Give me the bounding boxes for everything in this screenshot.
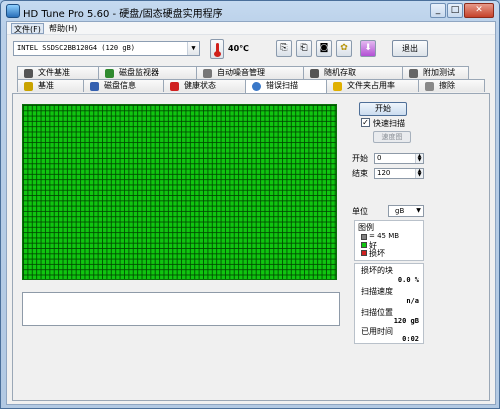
menu-file[interactable]: 文件(F) — [11, 23, 44, 34]
disk-monitor-icon — [105, 69, 114, 78]
scan-stats-box: 损坏的块 0.0 % 扫描速度 n/a 扫描位置 120 gB 已用时间 0:0… — [354, 263, 424, 344]
extra-tests-icon — [409, 69, 418, 78]
scan-log-box[interactable] — [22, 292, 340, 326]
exit-button[interactable]: 退出 — [392, 40, 428, 57]
client-area: 文件(F) 帮助(H) INTEL SSDSC2BB120G4 (120 gB)… — [6, 21, 496, 405]
tab-disk-info[interactable]: 磁盘信息 — [83, 79, 164, 92]
legend-block-size: = 45 MB — [369, 232, 400, 240]
folder-icon — [333, 82, 342, 91]
tab-label: 错误扫描 — [266, 81, 298, 90]
legend-block-swatch — [361, 234, 367, 240]
screenshot-button[interactable]: ◙ — [316, 40, 332, 57]
tab-benchmark[interactable]: 基准 — [17, 79, 84, 92]
tab-health[interactable]: 健康状态 — [163, 79, 246, 92]
toolbar: INTEL SSDSC2BB120G4 (120 gB) ▼ 40℃ ⎘ ⎗ ◙… — [7, 36, 495, 64]
thermometer-icon — [210, 39, 224, 59]
close-button[interactable]: ✕ — [464, 3, 494, 18]
window-title: HD Tune Pro 5.60 - 硬盘/固态硬盘实用程序 — [23, 9, 223, 20]
camera-icon: ◙ — [319, 43, 329, 53]
copy-button[interactable]: ⎘ — [276, 40, 292, 57]
legend-good-swatch — [361, 242, 367, 248]
health-icon — [170, 82, 179, 91]
drive-select[interactable]: INTEL SSDSC2BB120G4 (120 gB) ▼ — [13, 41, 200, 56]
end-position-value: 120 — [377, 169, 391, 177]
title-bar[interactable]: HD Tune Pro 5.60 - 硬盘/固态硬盘实用程序 _ □ ✕ — [1, 1, 499, 21]
unit-value: gB — [395, 207, 405, 215]
error-scan-icon — [252, 82, 261, 91]
bad-blocks-label: 损坏的块 — [361, 266, 393, 275]
chevron-down-icon[interactable]: ▼ — [187, 42, 199, 55]
end-position-label: 结束 — [352, 169, 368, 178]
menu-bar: 文件(F) 帮助(H) — [7, 22, 495, 35]
speaker-icon — [203, 69, 212, 78]
options-button[interactable]: ✿ — [336, 40, 352, 57]
tab-label: 擦除 — [439, 81, 455, 90]
drive-select-value: INTEL SSDSC2BB120G4 (120 gB) — [17, 44, 136, 52]
tab-random-access[interactable]: 随机存取 — [303, 66, 403, 79]
start-position-input[interactable]: 0 ▲ ▼ — [374, 153, 424, 164]
copy-all-button[interactable]: ⎗ — [296, 40, 312, 57]
scan-speed-value: n/a — [406, 297, 419, 305]
app-window: HD Tune Pro 5.60 - 硬盘/固态硬盘实用程序 _ □ ✕ 文件(… — [0, 0, 500, 409]
spinner-icon[interactable]: ▲ ▼ — [415, 169, 423, 178]
maximize-button[interactable]: □ — [447, 3, 463, 18]
random-access-icon — [310, 69, 319, 78]
download-icon: ⬇ — [364, 43, 372, 53]
bad-blocks-value: 0.0 % — [397, 276, 419, 284]
tab-extra-tests[interactable]: 附加测试 — [402, 66, 469, 79]
quick-scan-label: 快速扫描 — [373, 119, 405, 128]
tab-row-2: 基准 磁盘信息 健康状态 错误扫描 文件夹占用率 擦除 — [17, 79, 485, 93]
tab-label: 文件夹占用率 — [347, 81, 395, 90]
tab-file-benchmark[interactable]: 文件基准 — [17, 66, 99, 79]
tab-row-1: 文件基准 磁盘监视器 自动噪音管理 随机存取 附加测试 — [17, 66, 469, 79]
scan-speed-label: 扫描速度 — [361, 287, 393, 296]
spinner-icon[interactable]: ▲ ▼ — [415, 154, 423, 163]
start-button[interactable]: 开始 — [359, 102, 407, 116]
copy-all-icon: ⎗ — [300, 43, 308, 53]
scan-block-map — [22, 104, 337, 280]
info-icon — [90, 82, 99, 91]
copy-icon: ⎘ — [280, 43, 288, 53]
tab-erase[interactable]: 擦除 — [418, 79, 485, 92]
tab-label: 基准 — [38, 81, 54, 90]
minimize-button[interactable]: _ — [430, 3, 446, 18]
elapsed-time-value: 0:02 — [402, 335, 419, 343]
unit-label: 单位 — [352, 207, 368, 216]
legend-bad-label: 损坏 — [369, 249, 385, 258]
start-position-value: 0 — [377, 154, 382, 162]
tab-label: 附加测试 — [423, 68, 455, 77]
tab-label: 文件基准 — [38, 68, 70, 77]
download-button[interactable]: ⬇ — [360, 40, 376, 57]
file-benchmark-icon — [24, 69, 33, 78]
tab-label: 磁盘监视器 — [119, 68, 159, 77]
erase-icon — [425, 82, 434, 91]
tab-label: 磁盘信息 — [104, 81, 136, 90]
quick-scan-checkbox[interactable]: ✓ — [361, 118, 370, 127]
scan-position-value: 120 gB — [393, 317, 419, 325]
tab-folder-usage[interactable]: 文件夹占用率 — [326, 79, 419, 92]
legend-box: 图例 = 45 MB 好 损坏 — [354, 220, 424, 261]
options-icon: ✿ — [340, 43, 348, 53]
end-position-input[interactable]: 120 ▲ ▼ — [374, 168, 424, 179]
hdtune-app-icon — [6, 4, 20, 18]
chevron-down-icon[interactable]: ▼ — [414, 206, 423, 216]
elapsed-time-label: 已用时间 — [361, 327, 393, 336]
temperature-readout: 40℃ — [228, 44, 249, 53]
legend-bad-swatch — [361, 250, 367, 256]
tab-disk-monitor[interactable]: 磁盘监视器 — [98, 66, 197, 79]
speed-map-button[interactable]: 速度图 — [373, 131, 411, 143]
unit-select[interactable]: gB ▼ — [388, 205, 424, 217]
tab-label: 随机存取 — [324, 68, 356, 77]
start-position-label: 开始 — [352, 154, 368, 163]
tab-error-scan[interactable]: 错误扫描 — [245, 79, 327, 93]
error-scan-panel: 开始 ✓ 快速扫描 速度图 开始 0 ▲ ▼ 结束 120 ▲ ▼ 单位 gB ▼ 图例 … — [12, 93, 490, 401]
tab-label: 健康状态 — [184, 81, 216, 90]
tab-noise-management[interactable]: 自动噪音管理 — [196, 66, 304, 79]
menu-help[interactable]: 帮助(H) — [47, 23, 79, 34]
tab-label: 自动噪音管理 — [217, 68, 265, 77]
benchmark-icon — [24, 82, 33, 91]
scan-position-label: 扫描位置 — [361, 308, 393, 317]
